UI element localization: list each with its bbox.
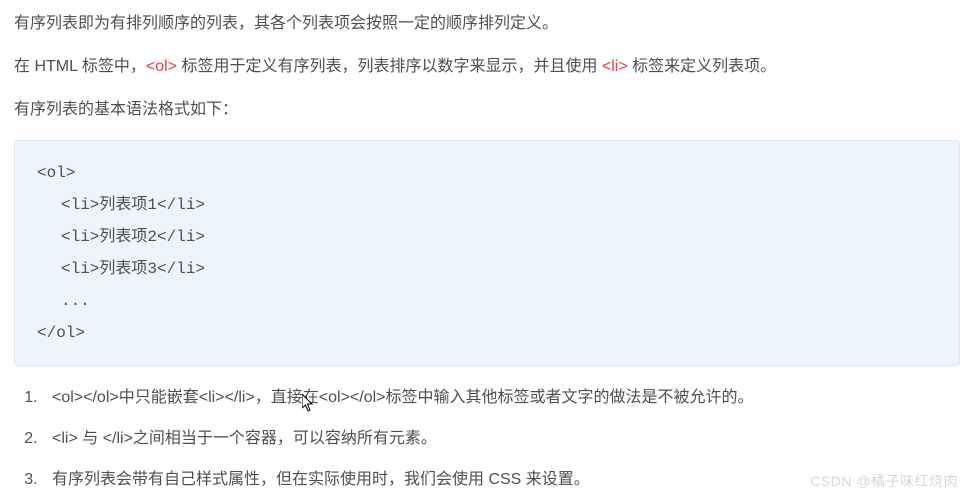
code-line-5: ... [37, 285, 937, 317]
para1-text: 有序列表即为有排列顺序的列表，其各个列表项会按照一定的顺序排列定义。 [14, 15, 558, 32]
code-line-3: <li>列表项2</li> [37, 221, 937, 253]
para2-after: 标签来定义列表项。 [628, 58, 776, 75]
code-line-6: </ol> [37, 324, 85, 342]
ol-tag-red: <ol> [146, 58, 177, 75]
watermark: CSDN @橘子味红烧肉 [810, 470, 958, 494]
note-item-1: <ol></ol>中只能嵌套<li></li>，直接在<ol></ol>标签中输… [42, 384, 960, 411]
note-2-text: <li> 与 </li>之间相当于一个容器，可以容纳所有元素。 [52, 430, 437, 447]
paragraph-intro: 有序列表即为有排列顺序的列表，其各个列表项会按照一定的顺序排列定义。 [14, 10, 960, 37]
paragraph-tags: 在 HTML 标签中，<ol> 标签用于定义有序列表，列表排序以数字来显示，并且… [14, 53, 960, 80]
note-1-text: <ol></ol>中只能嵌套<li></li>，直接在<ol></ol>标签中输… [52, 389, 754, 406]
note-3-text: 有序列表会带有自己样式属性，但在实际使用时，我们会使用 CSS 来设置。 [52, 471, 590, 488]
para3-text: 有序列表的基本语法格式如下： [14, 101, 238, 118]
para2-before: 在 HTML 标签中， [14, 58, 146, 75]
paragraph-syntax-label: 有序列表的基本语法格式如下： [14, 96, 960, 123]
code-line-2: <li>列表项1</li> [37, 189, 937, 221]
note-item-2: <li> 与 </li>之间相当于一个容器，可以容纳所有元素。 [42, 425, 960, 452]
code-block: <ol> <li>列表项1</li><li>列表项2</li><li>列表项3<… [14, 140, 960, 366]
code-line-1: <ol> [37, 164, 75, 182]
para2-middle: 标签用于定义有序列表，列表排序以数字来显示，并且使用 [177, 58, 602, 75]
code-line-4: <li>列表项3</li> [37, 253, 937, 285]
li-tag-red: <li> [602, 58, 628, 75]
